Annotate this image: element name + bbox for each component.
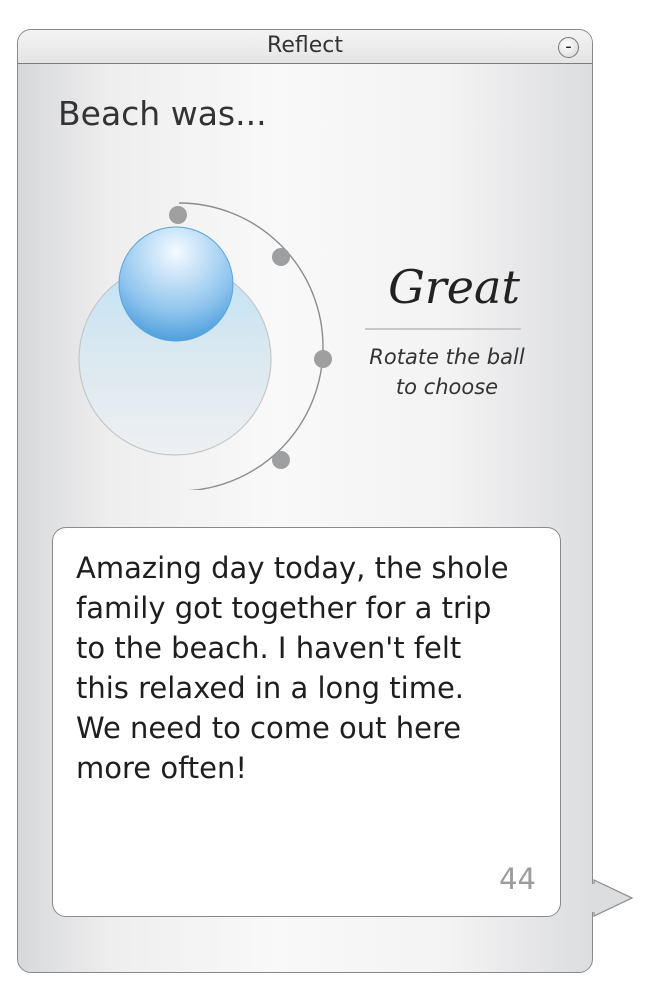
mood-dot-1[interactable] — [169, 206, 187, 224]
mood-selector-ball[interactable] — [118, 226, 234, 342]
mood-dot-2[interactable] — [272, 248, 290, 266]
rotate-hint: Rotate the ball to choose — [369, 345, 525, 399]
journal-entry-box[interactable]: Amazing day today, the shole family got … — [52, 527, 561, 917]
journal-entry-text[interactable]: Amazing day today, the shole family got … — [76, 548, 558, 788]
stage: Reflect - Beach was... Great Rotate the … — [0, 0, 650, 1004]
reflect-window: Reflect - Beach was... Great Rotate the … — [17, 29, 593, 973]
speech-tail-icon — [590, 879, 634, 917]
reflection-prompt: Beach was... — [58, 94, 267, 133]
window-title: Reflect — [267, 33, 343, 58]
selected-mood: Great — [388, 260, 520, 314]
character-counter: 44 — [499, 862, 536, 896]
mood-divider — [365, 328, 521, 330]
mood-dial[interactable] — [48, 170, 338, 490]
minimize-button[interactable]: - — [558, 37, 579, 58]
mood-dot-4[interactable] — [272, 451, 290, 469]
mood-dot-3[interactable] — [314, 350, 332, 368]
title-bar: Reflect - — [18, 30, 592, 64]
